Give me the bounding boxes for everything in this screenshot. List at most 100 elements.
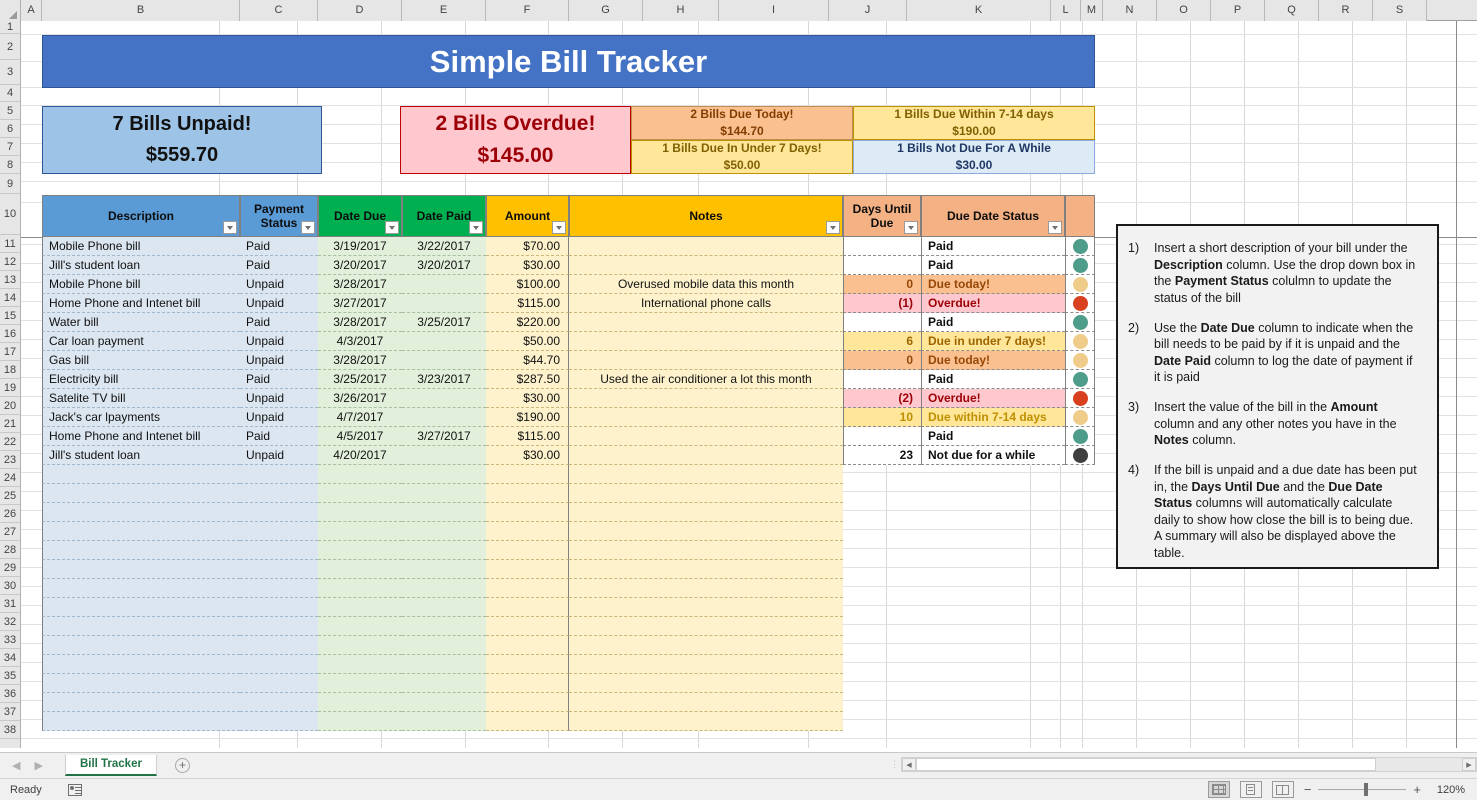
row-header-19[interactable]: 19 bbox=[0, 379, 20, 397]
cell-days-until-due[interactable]: (1) bbox=[843, 294, 921, 313]
filter-dropdown-description-icon[interactable] bbox=[223, 221, 237, 234]
empty-table-cell[interactable] bbox=[240, 693, 318, 712]
spreadsheet-grid[interactable]: Simple Bill Tracker 7 Bills Unpaid! $559… bbox=[21, 21, 1477, 748]
empty-table-cell[interactable] bbox=[402, 579, 486, 598]
empty-table-cell[interactable] bbox=[240, 674, 318, 693]
row-header-30[interactable]: 30 bbox=[0, 577, 20, 595]
empty-table-cell[interactable] bbox=[486, 598, 569, 617]
empty-table-cell[interactable] bbox=[42, 674, 240, 693]
row-header-20[interactable]: 20 bbox=[0, 397, 20, 415]
empty-table-cell[interactable] bbox=[318, 522, 402, 541]
empty-table-cell[interactable] bbox=[402, 465, 486, 484]
empty-table-cell[interactable] bbox=[402, 598, 486, 617]
row-header-17[interactable]: 17 bbox=[0, 343, 20, 361]
empty-table-cell[interactable] bbox=[318, 636, 402, 655]
zoom-slider[interactable] bbox=[1318, 783, 1407, 796]
cell-notes[interactable]: Used the air conditioner a lot this mont… bbox=[569, 370, 843, 389]
cell-date-due[interactable]: 3/28/2017 bbox=[318, 275, 402, 294]
empty-table-cell[interactable] bbox=[569, 636, 843, 655]
row-header-37[interactable]: 37 bbox=[0, 703, 20, 721]
zoom-in-icon[interactable]: + bbox=[1413, 782, 1421, 797]
row-header-8[interactable]: 8 bbox=[0, 156, 20, 174]
cell-notes[interactable] bbox=[569, 237, 843, 256]
row-header-11[interactable]: 11 bbox=[0, 235, 20, 253]
cell-amount[interactable]: $30.00 bbox=[486, 446, 569, 465]
row-header-31[interactable]: 31 bbox=[0, 595, 20, 613]
column-header-a[interactable]: A bbox=[21, 0, 42, 21]
cell-amount[interactable]: $30.00 bbox=[486, 256, 569, 275]
sheet-tab-bill-tracker[interactable]: Bill Tracker bbox=[64, 755, 157, 776]
cell-notes[interactable] bbox=[569, 256, 843, 275]
row-header-10[interactable]: 10 bbox=[0, 194, 20, 235]
cell-date-due[interactable]: 4/3/2017 bbox=[318, 332, 402, 351]
cell-description[interactable]: Satelite TV bill bbox=[42, 389, 240, 408]
cell-status[interactable]: Paid bbox=[921, 256, 1065, 275]
cell-days-until-due[interactable]: 6 bbox=[843, 332, 921, 351]
empty-table-cell[interactable] bbox=[569, 579, 843, 598]
horizontal-scroll-thumb[interactable] bbox=[916, 758, 1376, 771]
cell-description[interactable]: Jill's student loan bbox=[42, 446, 240, 465]
row-header-28[interactable]: 28 bbox=[0, 541, 20, 559]
cell-description[interactable]: Water bill bbox=[42, 313, 240, 332]
empty-table-cell[interactable] bbox=[486, 617, 569, 636]
row-header-38[interactable]: 38 bbox=[0, 721, 20, 739]
cell-date-due[interactable]: 4/5/2017 bbox=[318, 427, 402, 446]
empty-table-cell[interactable] bbox=[42, 541, 240, 560]
empty-table-cell[interactable] bbox=[318, 579, 402, 598]
cell-date-paid[interactable] bbox=[402, 408, 486, 427]
cell-description[interactable]: Car loan payment bbox=[42, 332, 240, 351]
empty-table-cell[interactable] bbox=[318, 560, 402, 579]
empty-table-cell[interactable] bbox=[486, 484, 569, 503]
column-header-n[interactable]: N bbox=[1103, 0, 1157, 21]
cell-notes[interactable] bbox=[569, 446, 843, 465]
row-header-5[interactable]: 5 bbox=[0, 102, 20, 120]
cell-description[interactable]: Mobile Phone bill bbox=[42, 237, 240, 256]
cell-date-due[interactable]: 3/27/2017 bbox=[318, 294, 402, 313]
empty-table-cell[interactable] bbox=[42, 560, 240, 579]
cell-notes[interactable] bbox=[569, 351, 843, 370]
cell-date-due[interactable]: 3/26/2017 bbox=[318, 389, 402, 408]
cell-payment-status[interactable]: Unpaid bbox=[240, 275, 318, 294]
cell-payment-status[interactable]: Paid bbox=[240, 370, 318, 389]
column-header-b[interactable]: B bbox=[42, 0, 240, 21]
column-header-c[interactable]: C bbox=[240, 0, 318, 21]
cell-date-paid[interactable] bbox=[402, 294, 486, 313]
empty-table-cell[interactable] bbox=[42, 693, 240, 712]
row-header-26[interactable]: 26 bbox=[0, 505, 20, 523]
add-sheet-icon[interactable]: + bbox=[174, 758, 190, 773]
cell-notes[interactable]: Overused mobile data this month bbox=[569, 275, 843, 294]
cell-days-until-due[interactable]: 0 bbox=[843, 275, 921, 294]
cell-payment-status[interactable]: Paid bbox=[240, 256, 318, 275]
empty-table-cell[interactable] bbox=[486, 560, 569, 579]
empty-table-cell[interactable] bbox=[486, 674, 569, 693]
column-header-i[interactable]: I bbox=[719, 0, 829, 21]
row-header-24[interactable]: 24 bbox=[0, 469, 20, 487]
column-header-f[interactable]: F bbox=[486, 0, 569, 21]
cell-notes[interactable] bbox=[569, 332, 843, 351]
cell-payment-status[interactable]: Unpaid bbox=[240, 351, 318, 370]
empty-table-cell[interactable] bbox=[402, 541, 486, 560]
empty-table-cell[interactable] bbox=[569, 617, 843, 636]
empty-table-cell[interactable] bbox=[318, 617, 402, 636]
cell-description[interactable]: Home Phone and Intenet bill bbox=[42, 427, 240, 446]
column-header-g[interactable]: G bbox=[569, 0, 643, 21]
cell-notes[interactable] bbox=[569, 313, 843, 332]
empty-table-cell[interactable] bbox=[318, 503, 402, 522]
cell-payment-status[interactable]: Unpaid bbox=[240, 332, 318, 351]
horizontal-scroll-area[interactable]: ⋮ ◀ ▶ bbox=[889, 755, 1477, 774]
cell-status[interactable]: Paid bbox=[921, 370, 1065, 389]
row-header-18[interactable]: 18 bbox=[0, 361, 20, 379]
column-header-m[interactable]: M bbox=[1081, 0, 1103, 21]
cell-days-until-due[interactable]: 10 bbox=[843, 408, 921, 427]
cell-payment-status[interactable]: Paid bbox=[240, 237, 318, 256]
empty-table-cell[interactable] bbox=[402, 712, 486, 731]
select-all-corner[interactable] bbox=[0, 0, 21, 21]
cell-status[interactable]: Paid bbox=[921, 313, 1065, 332]
empty-table-cell[interactable] bbox=[486, 693, 569, 712]
column-header-description[interactable]: Description bbox=[42, 195, 240, 237]
column-header-r[interactable]: R bbox=[1319, 0, 1373, 21]
empty-table-cell[interactable] bbox=[402, 636, 486, 655]
row-header-27[interactable]: 27 bbox=[0, 523, 20, 541]
empty-table-cell[interactable] bbox=[318, 693, 402, 712]
column-header-k[interactable]: K bbox=[907, 0, 1051, 21]
